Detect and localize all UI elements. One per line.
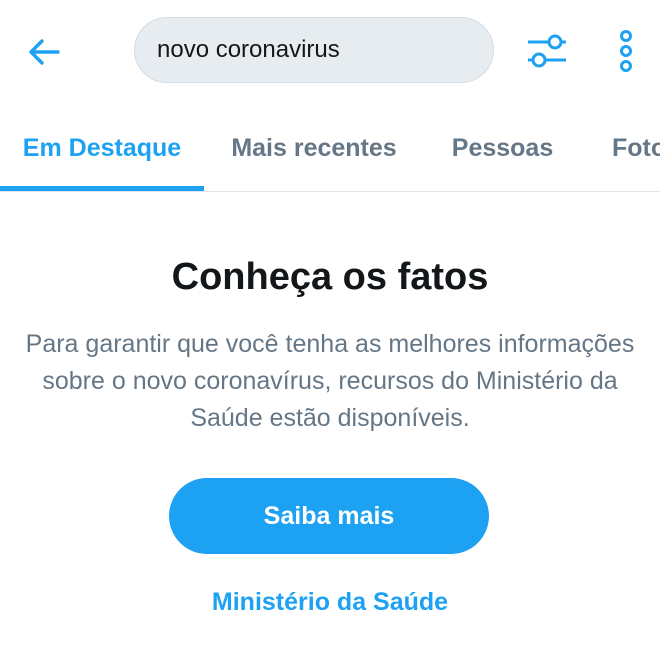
search-bar[interactable] xyxy=(134,17,494,83)
sliders-icon xyxy=(528,34,566,68)
tab-latest[interactable]: Mais recentes xyxy=(212,104,416,191)
tab-top[interactable]: Em Destaque xyxy=(0,104,204,191)
tab-people[interactable]: Pessoas xyxy=(430,104,575,191)
learn-more-button[interactable]: Saiba mais xyxy=(169,478,489,554)
arrow-left-icon xyxy=(29,39,60,65)
back-button[interactable] xyxy=(22,30,66,74)
more-options-button[interactable] xyxy=(606,26,646,76)
active-tab-indicator xyxy=(0,186,204,191)
top-bar xyxy=(0,0,660,104)
tab-photos[interactable]: Fotos xyxy=(598,104,660,191)
search-input[interactable] xyxy=(135,29,479,71)
search-filter-button[interactable] xyxy=(522,28,572,74)
prompt-description: Para garantir que você tenha as melhores… xyxy=(25,330,635,432)
more-vertical-icon xyxy=(620,30,632,72)
prompt-title: Conheça os fatos xyxy=(171,256,489,298)
ministry-of-health-link[interactable]: Ministério da Saúde xyxy=(0,588,660,617)
search-tabs: Em Destaque Mais recentes Pessoas Fotos xyxy=(0,104,660,192)
